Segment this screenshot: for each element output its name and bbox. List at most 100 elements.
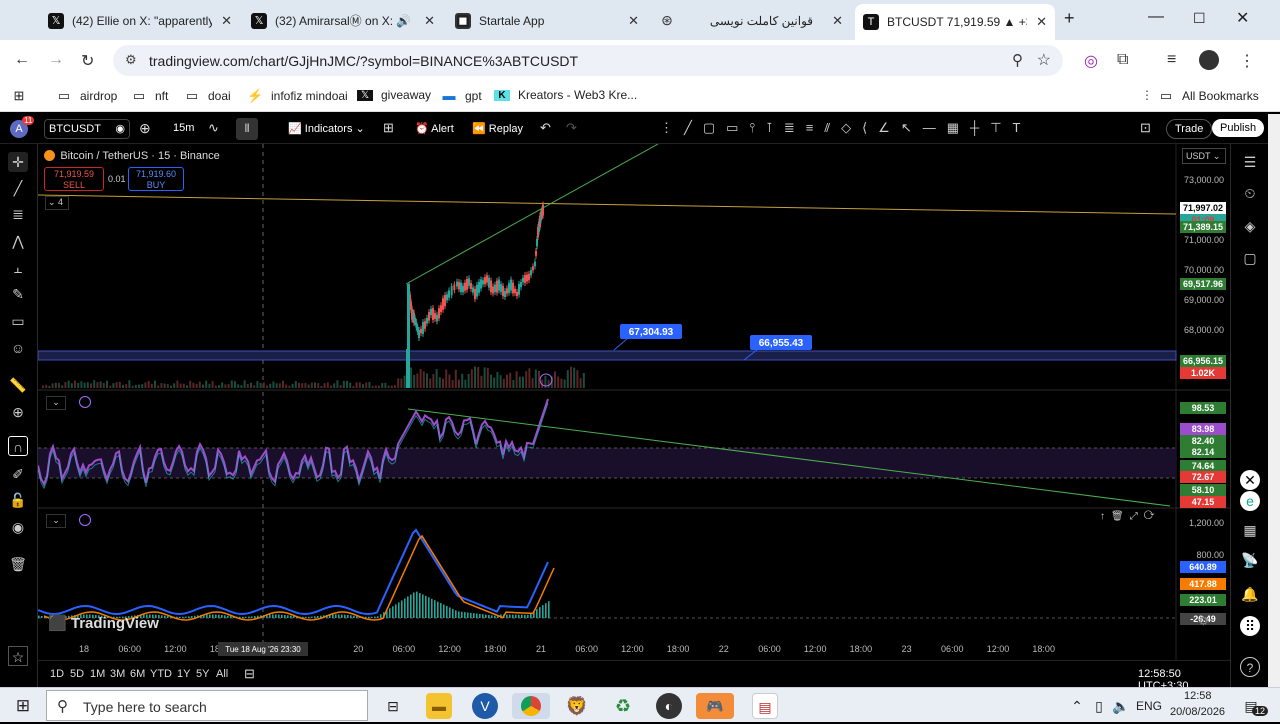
- chat-icon[interactable]: ▢: [1240, 248, 1260, 268]
- candles-icon[interactable]: ⫴: [236, 118, 258, 140]
- forecast-icon[interactable]: ⫠: [8, 258, 28, 278]
- templates-icon[interactable]: ⊞: [383, 120, 394, 136]
- star-icon[interactable]: ☆: [1037, 50, 1051, 70]
- bookmark-infofiz[interactable]: ⚡ infofiz mindoai: [247, 88, 348, 104]
- watchlist-icon[interactable]: ☰: [1240, 152, 1260, 172]
- macd-indicator-icon[interactable]: [79, 514, 91, 526]
- back-arrow-icon[interactable]: ←: [14, 51, 30, 69]
- brush-icon[interactable]: ✎: [8, 284, 28, 304]
- add-symbol-icon[interactable]: ⊕: [139, 120, 151, 137]
- redo-icon[interactable]: ↷: [566, 120, 577, 136]
- range-3M[interactable]: 3M: [110, 668, 125, 680]
- taskbar-search[interactable]: ⚲ Type here to search: [46, 690, 368, 721]
- bookmark-doai[interactable]: ▭ doai: [184, 88, 231, 104]
- interval-button[interactable]: 15m: [173, 122, 194, 134]
- extension-e-icon[interactable]: e: [1240, 491, 1260, 511]
- magnet-icon[interactable]: ∩: [8, 436, 28, 456]
- url-input[interactable]: tradingview.com/chart/GJjHnJMC/?symbol=B…: [149, 53, 578, 69]
- windows-start-icon[interactable]: ⊞: [10, 693, 36, 719]
- app-green-icon[interactable]: ♻: [610, 693, 636, 719]
- range-1D[interactable]: 1D: [50, 668, 64, 680]
- tradingview-logo[interactable]: ⬛ TradingView: [48, 614, 159, 632]
- minimize-button[interactable]: —: [1148, 8, 1164, 26]
- date-range-icon[interactable]: ⊟: [244, 666, 255, 682]
- help-icon[interactable]: ?: [1240, 657, 1260, 677]
- omnibox[interactable]: ⚙ tradingview.com/chart/GJjHnJMC/?symbol…: [113, 45, 1063, 76]
- file-explorer-icon[interactable]: ▬: [426, 693, 452, 719]
- range-1M[interactable]: 1M: [90, 668, 105, 680]
- taskbar-date[interactable]: 20/08/2026: [1170, 706, 1225, 718]
- task-view-icon[interactable]: ⊟: [380, 693, 406, 719]
- camera-icon[interactable]: ⊡: [1140, 120, 1151, 136]
- all-bookmarks-button[interactable]: ▭ All Bookmarks: [1158, 88, 1259, 104]
- line-chart-icon[interactable]: ∿: [208, 120, 219, 136]
- browser-tab-1[interactable]: 𝕏 (42) Ellie on X: "apparently ✕: [40, 7, 240, 34]
- emoji-icon[interactable]: ☺: [8, 338, 28, 358]
- site-info-icon[interactable]: ⚙: [125, 52, 137, 68]
- media-icon[interactable]: ≡: [1167, 51, 1176, 69]
- range-6M[interactable]: 6M: [130, 668, 145, 680]
- range-YTD[interactable]: YTD: [150, 668, 172, 680]
- browser-tab-3[interactable]: ◼ Startale App ✕: [447, 7, 647, 34]
- bookmark-gpt[interactable]: ▬ gpt: [441, 88, 482, 103]
- browser-tab-2[interactable]: 𝕏 (32) AmirarsalⓂ on X: 🔊 ✕: [243, 7, 443, 34]
- discord-icon[interactable]: 🎮: [696, 693, 734, 719]
- bookmark-giveaway[interactable]: 𝕏giveaway: [357, 88, 431, 102]
- bell-icon[interactable]: 🔔: [1240, 584, 1260, 604]
- taskbar-time[interactable]: 12:58: [1184, 690, 1212, 702]
- alerts-clock-icon[interactable]: ⏲: [1240, 183, 1260, 203]
- lock-drawing-icon[interactable]: ✐: [8, 464, 28, 484]
- close-icon[interactable]: ✕: [628, 13, 639, 29]
- zoom-icon[interactable]: ⚲: [1012, 51, 1023, 69]
- close-icon[interactable]: ✕: [1036, 14, 1047, 30]
- browser-tab-5-active[interactable]: T BTCUSDT 71,919.59 ▲ +3.7 ✕: [855, 4, 1055, 40]
- range-1Y[interactable]: 1Y: [177, 668, 190, 680]
- trash-icon[interactable]: 🗑: [8, 554, 28, 574]
- close-icon[interactable]: ✕: [221, 13, 232, 29]
- currency-select[interactable]: USDT ⌄: [1182, 148, 1226, 164]
- ruler-icon[interactable]: 📏: [8, 375, 28, 395]
- maximize-button[interactable]: ☐: [1193, 10, 1206, 27]
- zoom-in-icon[interactable]: ⊕: [8, 402, 28, 422]
- profile-avatar[interactable]: [1199, 50, 1219, 70]
- trade-button[interactable]: Trade: [1166, 119, 1213, 139]
- bookmark-kreators[interactable]: K Kreators - Web3 Kre...: [494, 88, 637, 102]
- replay-button[interactable]: ⏪ Replay: [472, 122, 523, 135]
- more-bookmarks-chevron[interactable]: ⋮: [1141, 88, 1153, 102]
- indicators-button[interactable]: 📈 Indicators ⌄: [288, 122, 365, 135]
- range-5D[interactable]: 5D: [70, 668, 84, 680]
- reload-icon[interactable]: ↻: [81, 51, 94, 71]
- text-icon[interactable]: ▭: [8, 311, 28, 331]
- drawing-toolbar[interactable]: ⋮╱▢▭⫯⊺≣≡⫽◇⟨∠↖—▦┼⊤T: [660, 120, 1031, 136]
- puzzle-icon[interactable]: ⧉: [1117, 51, 1128, 69]
- settings-gear-icon[interactable]: ⚙: [1198, 614, 1209, 628]
- chrome-icon[interactable]: [512, 693, 550, 719]
- close-icon[interactable]: ✕: [424, 13, 435, 29]
- forward-arrow-icon[interactable]: →: [48, 51, 64, 69]
- fib-icon[interactable]: ≣: [8, 204, 28, 224]
- range-5Y[interactable]: 5Y: [196, 668, 209, 680]
- apps-icon[interactable]: ⠿: [1240, 616, 1260, 636]
- menu-icon[interactable]: ⋮: [1239, 51, 1255, 71]
- pane-controls[interactable]: ↑🗑⤢⟳: [1100, 511, 1160, 522]
- favorites-star-icon[interactable]: ☆: [8, 646, 28, 666]
- alert-button[interactable]: ⏰ Alert: [415, 122, 454, 135]
- eye-icon[interactable]: ◉: [8, 517, 28, 537]
- rsi-collapse[interactable]: ⌄: [46, 396, 66, 410]
- crosshair-icon[interactable]: ✛: [8, 152, 28, 172]
- language-indicator[interactable]: ENG: [1136, 699, 1162, 713]
- volume-icon[interactable]: 🔈: [1108, 693, 1134, 719]
- sell-button[interactable]: 71,919.59 SELL: [44, 167, 104, 191]
- app-v-icon[interactable]: V: [472, 693, 498, 719]
- extension-icon[interactable]: ◎: [1084, 51, 1098, 71]
- macd-collapse[interactable]: ⌄: [46, 514, 66, 528]
- range-All[interactable]: All: [216, 668, 228, 680]
- buy-button[interactable]: 71,919.60 BUY: [128, 167, 184, 191]
- close-circle-icon[interactable]: ✕: [1240, 470, 1260, 490]
- calendar-icon[interactable]: ▦: [1240, 520, 1260, 540]
- symbol-search[interactable]: BTCUSDT ◉: [44, 119, 130, 139]
- layers-icon[interactable]: ◈: [1240, 216, 1260, 236]
- brave-icon[interactable]: 🦁: [564, 693, 590, 719]
- app-dark-icon[interactable]: ◐: [656, 693, 682, 719]
- news-icon[interactable]: 📡: [1240, 550, 1260, 570]
